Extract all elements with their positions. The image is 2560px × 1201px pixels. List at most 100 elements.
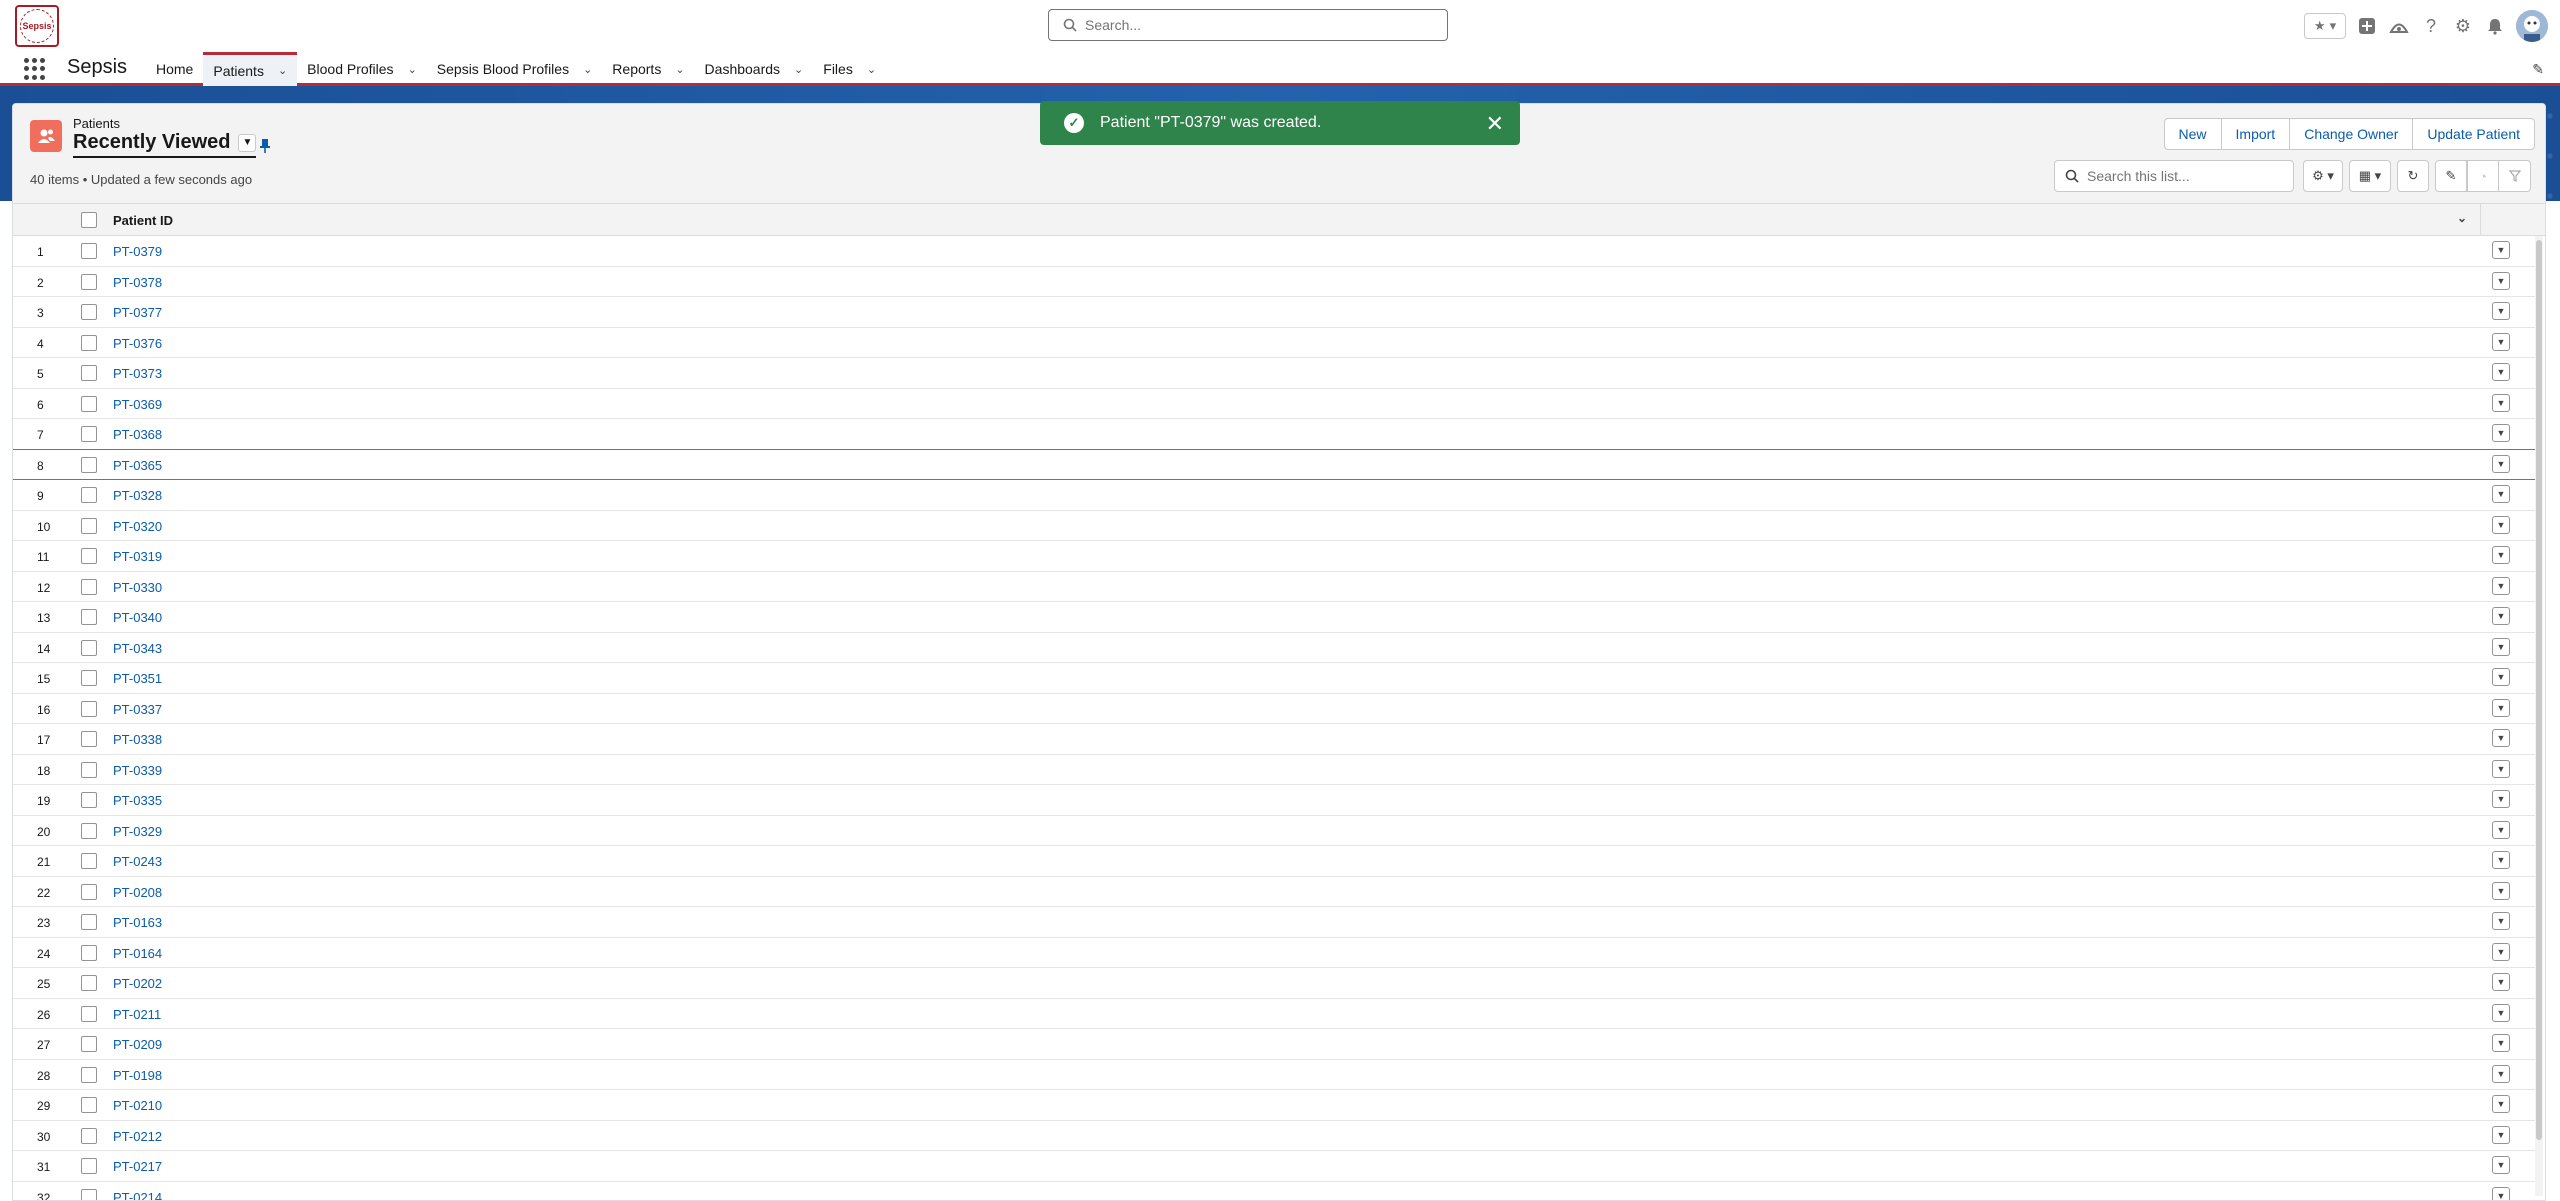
patient-id-link[interactable]: PT-0376 (113, 336, 162, 351)
row-checkbox[interactable] (81, 426, 97, 442)
row-checkbox[interactable] (81, 456, 97, 473)
nav-tab-dashboards[interactable]: Dashboards ⌄ (695, 52, 814, 86)
row-actions-chevron-icon[interactable]: ▼ (2492, 424, 2510, 442)
edit-pencil-icon[interactable]: ✎ (2435, 160, 2467, 192)
patient-id-link[interactable]: PT-0210 (113, 1098, 162, 1113)
chevron-down-icon[interactable]: ⌄ (408, 63, 417, 76)
row-actions-chevron-icon[interactable]: ▼ (2492, 1186, 2510, 1200)
row-checkbox[interactable] (81, 304, 97, 320)
row-actions-chevron-icon[interactable]: ▼ (2492, 485, 2510, 503)
row-actions-chevron-icon[interactable]: ▼ (2492, 1003, 2510, 1022)
patient-id-link[interactable]: PT-0339 (113, 763, 162, 778)
pin-icon[interactable] (253, 134, 277, 158)
row-checkbox[interactable] (81, 365, 97, 381)
patient-id-link[interactable]: PT-0365 (113, 458, 162, 473)
row-checkbox[interactable] (81, 517, 97, 534)
import-button[interactable]: Import (2221, 118, 2291, 150)
row-actions-chevron-icon[interactable]: ▼ (2492, 302, 2510, 320)
row-actions-chevron-icon[interactable]: ▼ (2492, 1125, 2510, 1144)
patient-id-link[interactable]: PT-0379 (113, 244, 162, 259)
patient-id-link[interactable]: PT-0378 (113, 275, 162, 290)
patient-id-link[interactable]: PT-0338 (113, 732, 162, 747)
chevron-down-icon[interactable]: ⌄ (794, 63, 803, 76)
refresh-icon[interactable]: ↻ (2397, 160, 2429, 192)
patient-id-link[interactable]: PT-0368 (113, 427, 162, 442)
edit-nav-pencil-icon[interactable]: ✎ (2532, 61, 2544, 78)
row-actions-chevron-icon[interactable]: ▼ (2492, 271, 2510, 290)
row-actions-chevron-icon[interactable]: ▼ (2492, 1064, 2510, 1083)
patient-id-link[interactable]: PT-0211 (113, 1007, 161, 1022)
user-avatar[interactable] (2516, 10, 2548, 42)
patient-id-link[interactable]: PT-0163 (113, 915, 162, 930)
row-checkbox[interactable] (81, 609, 97, 625)
patient-id-link[interactable]: PT-0217 (113, 1159, 162, 1174)
change-owner-button[interactable]: Change Owner (2290, 118, 2414, 150)
row-checkbox[interactable] (81, 883, 97, 900)
row-actions-chevron-icon[interactable]: ▼ (2492, 332, 2510, 351)
row-checkbox[interactable] (81, 822, 97, 839)
select-all-checkbox[interactable] (81, 212, 97, 228)
global-actions-plus-icon[interactable] (2356, 15, 2378, 37)
org-logo[interactable]: Sepsis (15, 5, 59, 47)
row-actions-chevron-icon[interactable]: ▼ (2492, 363, 2510, 381)
row-actions-chevron-icon[interactable]: ▼ (2492, 729, 2510, 747)
patient-id-link[interactable]: PT-0319 (113, 549, 162, 564)
row-checkbox[interactable] (81, 273, 97, 290)
patient-id-link[interactable]: PT-0198 (113, 1068, 162, 1083)
row-actions-chevron-icon[interactable]: ▼ (2492, 393, 2510, 412)
row-actions-chevron-icon[interactable]: ▼ (2492, 942, 2510, 961)
favorites-button[interactable]: ★ ▾ (2304, 13, 2346, 39)
row-actions-chevron-icon[interactable]: ▼ (2492, 881, 2510, 900)
nav-tab-home[interactable]: Home (146, 52, 203, 86)
help-icon[interactable]: ? (2420, 15, 2442, 37)
nav-tab-patients[interactable]: Patients ⌄ (203, 52, 298, 86)
row-checkbox[interactable] (81, 578, 97, 595)
row-checkbox[interactable] (81, 914, 97, 930)
nav-tab-blood-profiles[interactable]: Blood Profiles ⌄ (297, 52, 427, 86)
patient-id-link[interactable]: PT-0340 (113, 610, 162, 625)
patient-id-link[interactable]: PT-0373 (113, 366, 162, 381)
row-checkbox[interactable] (81, 487, 97, 503)
row-actions-chevron-icon[interactable]: ▼ (2492, 607, 2510, 625)
row-actions-chevron-icon[interactable]: ▼ (2492, 698, 2510, 717)
row-actions-chevron-icon[interactable]: ▼ (2492, 1095, 2510, 1113)
row-actions-chevron-icon[interactable]: ▼ (2492, 454, 2510, 473)
row-checkbox[interactable] (81, 1097, 97, 1113)
patient-id-link[interactable]: PT-0212 (113, 1129, 162, 1144)
row-checkbox[interactable] (81, 1036, 97, 1052)
row-actions-chevron-icon[interactable]: ▼ (2492, 851, 2510, 869)
row-checkbox[interactable] (81, 700, 97, 717)
row-checkbox[interactable] (81, 1005, 97, 1022)
row-checkbox[interactable] (81, 670, 97, 686)
row-actions-chevron-icon[interactable]: ▼ (2492, 759, 2510, 778)
patient-id-link[interactable]: PT-0337 (113, 702, 162, 717)
row-actions-chevron-icon[interactable]: ▼ (2492, 546, 2510, 564)
patient-id-link[interactable]: PT-0330 (113, 580, 162, 595)
chevron-down-icon[interactable]: ⌄ (278, 64, 287, 77)
display-as-table-icon[interactable]: ▦ ▾ (2349, 160, 2391, 192)
row-checkbox[interactable] (81, 975, 97, 991)
list-search-input[interactable]: Search this list... (2054, 160, 2294, 192)
patient-id-link[interactable]: PT-0164 (113, 946, 162, 961)
patient-id-link[interactable]: PT-0329 (113, 824, 162, 839)
chevron-down-icon[interactable]: ⌄ (583, 63, 592, 76)
row-actions-chevron-icon[interactable]: ▼ (2492, 912, 2510, 930)
row-actions-chevron-icon[interactable]: ▼ (2492, 1156, 2510, 1174)
column-header-patient-id[interactable]: Patient ID (113, 213, 173, 228)
row-actions-chevron-icon[interactable]: ▼ (2492, 973, 2510, 991)
row-checkbox[interactable] (81, 243, 97, 259)
patient-id-link[interactable]: PT-0343 (113, 641, 162, 656)
close-icon[interactable]: ✕ (1486, 111, 1504, 137)
row-actions-chevron-icon[interactable]: ▼ (2492, 637, 2510, 656)
patient-id-link[interactable]: PT-0214 (113, 1190, 162, 1201)
row-checkbox[interactable] (81, 1066, 97, 1083)
global-search-input[interactable]: Search... (1048, 9, 1448, 41)
patient-id-link[interactable]: PT-0320 (113, 519, 162, 534)
list-view-selector[interactable]: Recently Viewed ▼ (73, 131, 257, 158)
table-scrollbar[interactable] (2535, 236, 2543, 1196)
patient-id-link[interactable]: PT-0377 (113, 305, 162, 320)
nav-tab-reports[interactable]: Reports ⌄ (602, 52, 694, 86)
row-actions-chevron-icon[interactable]: ▼ (2492, 241, 2510, 259)
nav-tab-files[interactable]: Files ⌄ (813, 52, 886, 86)
row-checkbox[interactable] (81, 334, 97, 351)
